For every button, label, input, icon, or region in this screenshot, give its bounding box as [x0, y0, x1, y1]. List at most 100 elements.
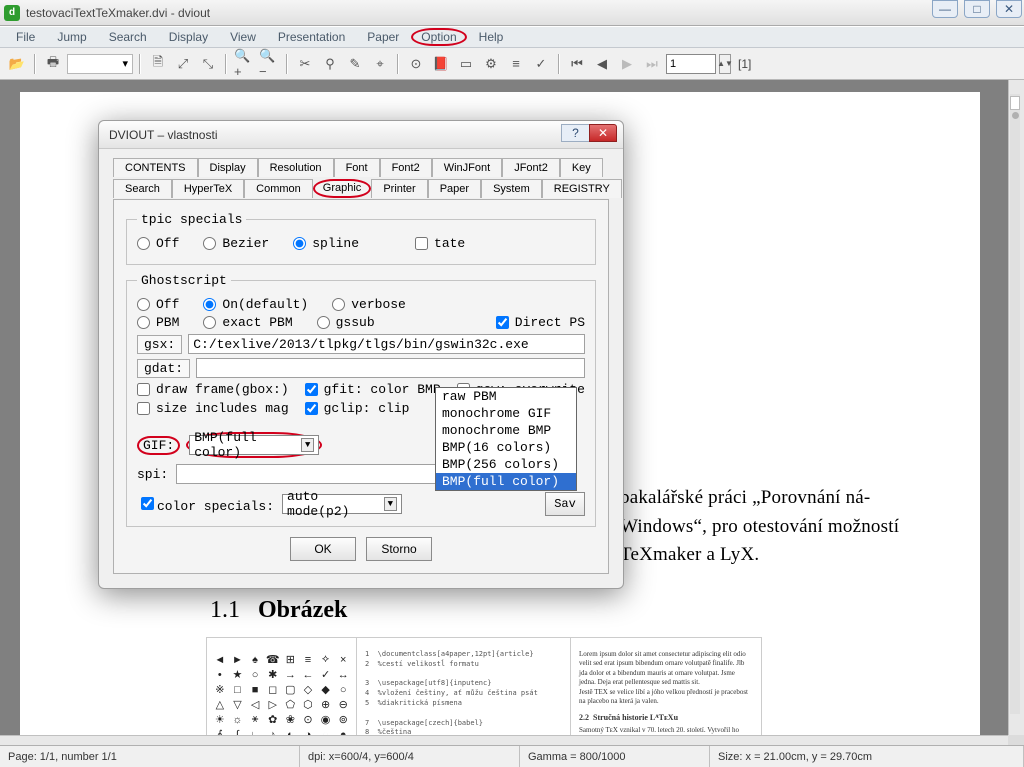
ok-button[interactable]: OK: [290, 537, 356, 561]
menu-jump[interactable]: Jump: [47, 28, 96, 46]
tool1-icon[interactable]: ✂: [294, 53, 316, 75]
close-button[interactable]: ✕: [996, 0, 1022, 18]
chk-gfit[interactable]: gfit: color BMP: [305, 382, 441, 397]
nav-last-icon[interactable]: ⏭: [641, 53, 663, 75]
gs-pbm[interactable]: PBM: [137, 315, 179, 330]
tab-registry[interactable]: REGISTRY: [542, 179, 622, 198]
menu-presentation[interactable]: Presentation: [268, 28, 355, 46]
save-button[interactable]: Sav: [545, 492, 585, 516]
tab-system[interactable]: System: [481, 179, 542, 198]
zoom-fit-icon[interactable]: ⤢: [172, 53, 194, 75]
gs-verbose[interactable]: verbose: [332, 297, 406, 312]
zoom-out-icon[interactable]: 🔍−: [258, 53, 280, 75]
color-specials-combo[interactable]: auto mode(p2)▼: [282, 494, 402, 514]
menu-search[interactable]: Search: [99, 28, 157, 46]
tab-jfont2[interactable]: JFont2: [502, 158, 560, 177]
tab-font[interactable]: Font: [334, 158, 380, 177]
gsx-label[interactable]: gsx:: [137, 335, 182, 354]
status-dpi: dpi: x=600/4, y=600/4: [300, 746, 520, 767]
menu-help[interactable]: Help: [469, 28, 514, 46]
tpic-bezier[interactable]: Bezier: [203, 236, 269, 251]
gs-off[interactable]: Off: [137, 297, 179, 312]
gif-opt-bmp256[interactable]: BMP(256 colors): [436, 456, 576, 473]
properties-dialog: DVIOUT – vlastnosti ? ✕ CONTENTS Display…: [98, 120, 624, 589]
gif-opt-rawpbm[interactable]: raw PBM: [436, 388, 576, 405]
dialog-help-button[interactable]: ?: [561, 124, 589, 142]
gif-opt-monobmp[interactable]: monochrome BMP: [436, 422, 576, 439]
page-spinner[interactable]: ▲▼: [719, 54, 731, 74]
preview-icon[interactable]: 🗎: [147, 53, 169, 75]
spi-label[interactable]: spi:: [137, 467, 168, 482]
tab-display[interactable]: Display: [198, 158, 258, 177]
chk-gclip[interactable]: gclip: clip: [305, 401, 410, 416]
tab-common[interactable]: Common: [244, 179, 313, 198]
tab-paper[interactable]: Paper: [428, 179, 481, 198]
storno-button[interactable]: Storno: [366, 537, 432, 561]
nav-prev-icon[interactable]: ◀: [591, 53, 613, 75]
tool2-icon[interactable]: ⚲: [319, 53, 341, 75]
gif-combo[interactable]: BMP(full color) ▼: [189, 435, 319, 455]
tpic-spline[interactable]: spline: [293, 236, 359, 251]
dialog-close-button[interactable]: ✕: [589, 124, 617, 142]
tool9-icon[interactable]: ≡: [505, 53, 527, 75]
dialog-tabs-row2: Search HyperTeX Common Graphic Printer P…: [113, 178, 609, 197]
menu-paper[interactable]: Paper: [357, 28, 409, 46]
document-heading: 1.1 Obrázek: [210, 597, 347, 624]
tpic-tate[interactable]: tate: [415, 236, 465, 251]
gs-on[interactable]: On(default): [203, 297, 308, 312]
window-title: testovaciTextTeXmaker.dvi - dviout: [26, 6, 210, 20]
gif-opt-monogif[interactable]: monochrome GIF: [436, 405, 576, 422]
tab-contents[interactable]: CONTENTS: [113, 158, 198, 177]
gs-directps[interactable]: Direct PS: [496, 315, 585, 330]
gif-opt-bmp16[interactable]: BMP(16 colors): [436, 439, 576, 456]
tab-font2[interactable]: Font2: [380, 158, 432, 177]
tool6-icon[interactable]: 📕: [430, 53, 452, 75]
nav-first-icon[interactable]: ⏮: [566, 53, 588, 75]
zoom-in-icon[interactable]: 🔍+: [233, 53, 255, 75]
page-input[interactable]: [666, 54, 716, 74]
menu-option[interactable]: Option: [411, 28, 466, 46]
minimize-button[interactable]: —: [932, 0, 958, 18]
chk-drawframe[interactable]: draw frame(gbox:): [137, 382, 289, 397]
tab-graphic[interactable]: Graphic: [313, 179, 372, 198]
printer-combo[interactable]: ▾: [67, 54, 133, 74]
status-gamma: Gamma = 800/1000: [520, 746, 710, 767]
gs-gssub[interactable]: gssub: [317, 315, 375, 330]
preview-strip[interactable]: [1010, 94, 1020, 714]
menu-view[interactable]: View: [220, 28, 266, 46]
tpic-off[interactable]: Off: [137, 236, 179, 251]
tab-key[interactable]: Key: [560, 158, 603, 177]
nav-next-icon[interactable]: ▶: [616, 53, 638, 75]
zoom-fit2-icon[interactable]: ⤡: [197, 53, 219, 75]
chk-color-specials[interactable]: color specials:: [137, 494, 274, 514]
menu-file[interactable]: File: [6, 28, 45, 46]
gs-exactpbm[interactable]: exact PBM: [203, 315, 292, 330]
tab-hypertex[interactable]: HyperTeX: [172, 179, 244, 198]
tab-printer[interactable]: Printer: [371, 179, 427, 198]
chk-sizeincl[interactable]: size includes mag: [137, 401, 289, 416]
tool8-icon[interactable]: ⚙: [480, 53, 502, 75]
window-titlebar: d testovaciTextTeXmaker.dvi - dviout — □…: [0, 0, 1024, 26]
gdat-label[interactable]: gdat:: [137, 359, 190, 378]
spi-input[interactable]: [176, 464, 436, 484]
menu-display[interactable]: Display: [159, 28, 218, 46]
gif-label: GIF:: [137, 436, 180, 455]
gsx-input[interactable]: [188, 334, 585, 354]
status-page: Page: 1/1, number 1/1: [0, 746, 300, 767]
print-icon[interactable]: 🖶: [42, 53, 64, 75]
tool3-icon[interactable]: ✎: [344, 53, 366, 75]
gdat-input[interactable]: [196, 358, 585, 378]
open-icon[interactable]: 📂: [6, 53, 28, 75]
tool4-icon[interactable]: ⌖: [369, 53, 391, 75]
tool7-icon[interactable]: ▭: [455, 53, 477, 75]
dialog-titlebar[interactable]: DVIOUT – vlastnosti ? ✕: [99, 121, 623, 149]
gif-opt-bmpfull[interactable]: BMP(full color): [436, 473, 576, 490]
tool10-icon[interactable]: ✓: [530, 53, 552, 75]
status-size: Size: x = 21.00cm, y = 29.70cm: [710, 746, 1024, 767]
tab-search[interactable]: Search: [113, 179, 172, 198]
tool5-icon[interactable]: ⊙: [405, 53, 427, 75]
tab-resolution[interactable]: Resolution: [258, 158, 334, 177]
tab-winjfont[interactable]: WinJFont: [432, 158, 502, 177]
gif-dropdown-list[interactable]: raw PBM monochrome GIF monochrome BMP BM…: [435, 387, 577, 491]
maximize-button[interactable]: □: [964, 0, 990, 18]
